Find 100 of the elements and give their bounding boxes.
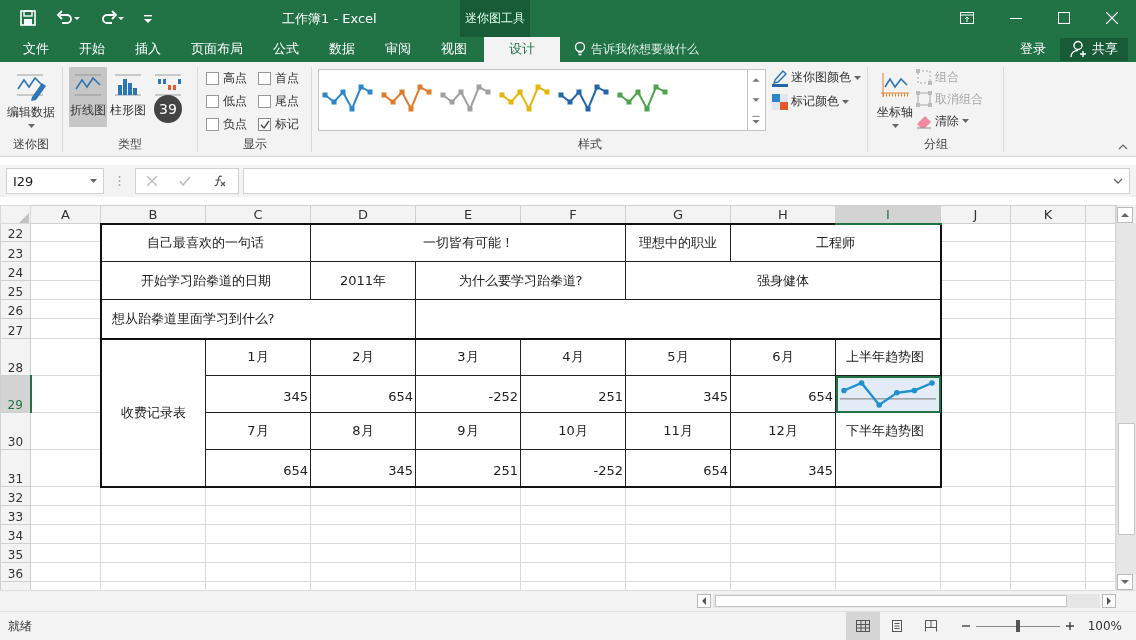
ribbon-tab[interactable]: 视图	[426, 36, 482, 62]
table-cell: 自己最喜欢的一句话	[100, 223, 311, 262]
color-menu-button[interactable]: 标记颜色	[772, 92, 861, 111]
column-header[interactable]: J	[940, 205, 1011, 224]
customize-icon[interactable]	[143, 12, 153, 25]
checkbox-option[interactable]: 低点	[206, 92, 258, 110]
checkbox-option[interactable]: 标记	[258, 115, 310, 133]
scrollbar-thumb[interactable]	[1118, 423, 1135, 536]
column-header[interactable]: B	[100, 205, 206, 224]
collapse-ribbon-icon[interactable]	[1118, 144, 1128, 151]
checkbox-option[interactable]: 高点	[206, 69, 258, 87]
column-header[interactable]: F	[520, 205, 626, 224]
table-cell: 345	[625, 375, 731, 413]
table-cell: 强身健体	[625, 261, 941, 300]
ribbon-tab[interactable]: 开始	[64, 36, 120, 62]
column-header[interactable]: A	[30, 205, 101, 224]
style-gallery[interactable]	[318, 68, 766, 131]
ribbon-tab[interactable]: 数据	[314, 36, 370, 62]
caret-icon	[962, 119, 969, 124]
table-cell: 工程师	[730, 223, 941, 262]
scroll-up-icon[interactable]	[1117, 207, 1133, 224]
zoom-slider-thumb[interactable]	[1015, 619, 1020, 632]
page-break-icon	[922, 619, 939, 634]
zoom-level[interactable]: 100%	[1087, 619, 1122, 634]
table-cell: 1月	[205, 338, 311, 376]
row-header[interactable]: 29	[0, 375, 31, 413]
formula-input[interactable]	[243, 168, 1130, 195]
color-menu-button[interactable]: 迷你图颜色	[772, 68, 861, 87]
eraser-icon	[916, 113, 932, 130]
column-header[interactable]: E	[415, 205, 521, 224]
table-cell: 654	[205, 449, 311, 487]
ribbon-tab[interactable]: 页面布局	[176, 36, 258, 62]
save-icon[interactable]	[19, 9, 37, 28]
group-label: 迷你图	[12, 136, 50, 153]
tell-me-search[interactable]: 告诉我你想要做什么	[574, 36, 731, 62]
table-cell: 收费记录表	[100, 338, 206, 487]
lightbulb-icon	[574, 41, 586, 58]
function-icon[interactable]	[213, 175, 227, 188]
ribbon-tab[interactable]: 文件	[8, 36, 64, 62]
column-header[interactable]: H	[730, 205, 836, 224]
share-button[interactable]: 共享	[1060, 37, 1128, 61]
table-cell: 10月	[520, 412, 626, 450]
table-cell: 3月	[415, 338, 521, 376]
table-cell: -252	[520, 449, 626, 487]
caret-icon	[854, 75, 861, 80]
table-cell: 251	[520, 375, 626, 413]
scrollbar-thumb[interactable]	[715, 595, 1067, 608]
chart-type-button[interactable]: 折线图	[69, 66, 107, 127]
checkbox-option[interactable]: 负点	[206, 115, 258, 133]
scroll-right-icon[interactable]	[1102, 594, 1116, 609]
chart-type-button[interactable]: 柱形图	[109, 66, 147, 127]
table-cell: 9月	[415, 412, 521, 450]
context-tab-label: 迷你图工具	[460, 0, 530, 37]
column-header[interactable]: D	[310, 205, 416, 224]
ribbon-tab[interactable]: 插入	[120, 36, 176, 62]
dropdown-caret-icon	[90, 179, 97, 184]
row-header[interactable]: 28	[0, 338, 31, 376]
ribbon-tab[interactable]: 设计	[484, 36, 560, 62]
checkbox-option[interactable]: 首点	[258, 69, 310, 87]
column-header[interactable]: C	[205, 205, 311, 224]
column-header[interactable]: I	[835, 205, 941, 224]
expand-caret-icon[interactable]	[1113, 178, 1123, 185]
table-cell: 8月	[310, 412, 416, 450]
row-header[interactable]: 27	[0, 318, 31, 339]
scroll-down-icon[interactable]	[1117, 574, 1133, 591]
caret-icon	[27, 123, 35, 128]
axis-button[interactable]: 坐标轴	[874, 66, 916, 130]
caret-icon	[891, 123, 899, 128]
zoom-in-icon[interactable]	[1065, 622, 1074, 631]
group-label: 类型	[117, 136, 143, 153]
maximize-icon[interactable]	[1058, 12, 1070, 25]
group-label: 分组	[922, 136, 949, 153]
scroll-left-icon[interactable]	[697, 594, 711, 609]
grip-icon	[118, 175, 121, 188]
table-cell: 2月	[310, 338, 416, 376]
ribbon-action-button[interactable]: 清除	[916, 112, 983, 130]
sign-in-link[interactable]: 登录	[1020, 36, 1060, 62]
edit-data-button[interactable]: 编辑数据	[4, 66, 58, 130]
table-cell: 654	[625, 449, 731, 487]
ribbon-display-icon[interactable]	[960, 12, 974, 25]
row-header[interactable]: 31	[0, 449, 31, 487]
ribbon-tab[interactable]: 公式	[258, 36, 314, 62]
sparkline-cell[interactable]	[835, 449, 941, 487]
row-header[interactable]: 23	[0, 241, 31, 262]
window-title: 工作簿1 - Excel	[282, 10, 377, 28]
table-cell: 345	[730, 449, 836, 487]
row-header[interactable]: 30	[0, 412, 31, 450]
check-icon	[259, 119, 270, 129]
close-icon[interactable]	[1106, 12, 1118, 25]
checkbox-option[interactable]: 尾点	[258, 92, 310, 110]
column-header[interactable]: K	[1010, 205, 1086, 224]
name-box[interactable]: I29	[6, 168, 104, 195]
ribbon-tab[interactable]: 审阅	[370, 36, 426, 62]
table-cell: 345	[205, 375, 311, 413]
table-cell: 7月	[205, 412, 311, 450]
caret-icon	[842, 99, 849, 104]
table-cell: 654	[730, 375, 836, 413]
column-header[interactable]: G	[625, 205, 731, 224]
view-mode-button[interactable]	[845, 612, 880, 640]
table-cell: 2011年	[310, 261, 416, 300]
